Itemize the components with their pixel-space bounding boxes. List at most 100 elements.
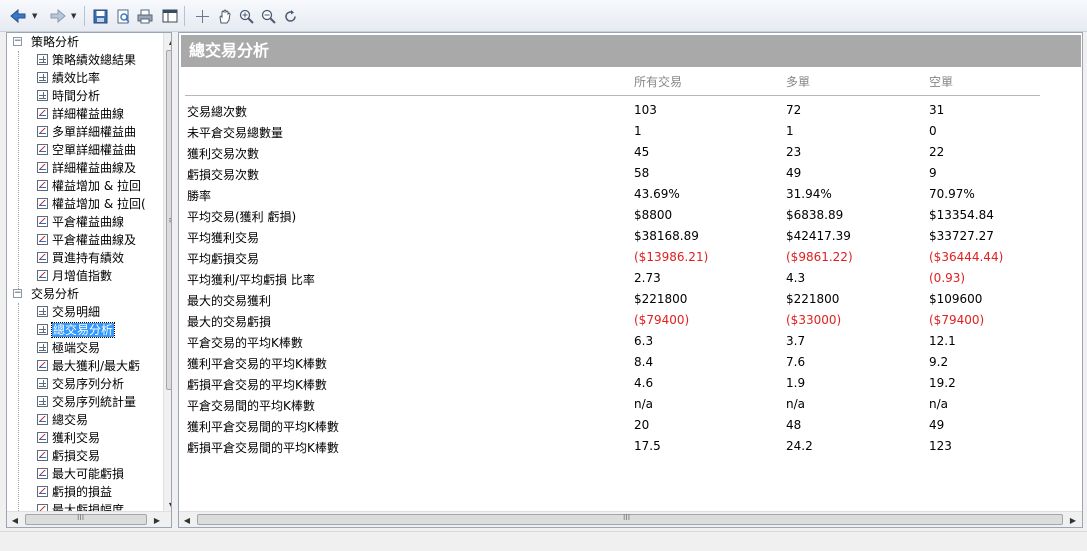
tree-item[interactable]: 平倉權益曲線及 xyxy=(37,231,136,249)
scroll-left-icon[interactable]: ◀ xyxy=(179,512,195,527)
column-header-all: 所有交易 xyxy=(634,75,683,89)
tree-connector xyxy=(18,51,19,295)
chart-report-icon xyxy=(37,270,48,281)
tree-item-label: 最大獲利/最大虧 xyxy=(52,359,141,373)
tree-item-label: 平倉權益曲線 xyxy=(52,215,125,229)
tree-group-strategy[interactable]: − 策略分析 xyxy=(7,33,163,51)
tree-item[interactable]: 交易序列統計量 xyxy=(37,393,136,411)
chart-report-icon xyxy=(37,432,48,443)
refresh-icon[interactable] xyxy=(280,6,300,26)
chart-report-icon xyxy=(37,450,48,461)
row-label: 最大的交易虧損 xyxy=(187,315,272,329)
tree-item[interactable]: 交易序列分析 xyxy=(37,375,124,393)
chart-report-icon xyxy=(37,252,48,263)
tree-item[interactable]: 詳細權益曲線及 xyxy=(37,159,136,177)
collapse-icon[interactable]: − xyxy=(13,289,22,298)
tree-item[interactable]: 空單詳細權益曲 xyxy=(37,141,136,159)
tree-vertical-scrollbar[interactable]: ▲ ≡ ▼ xyxy=(163,33,171,513)
crosshair-icon[interactable] xyxy=(192,6,212,26)
hand-icon[interactable] xyxy=(214,6,234,26)
row-value: n/a xyxy=(929,397,949,411)
table-row: 平均獲利/平均虧損 比率 2.73 4.3 (0.93) xyxy=(179,271,1059,292)
tree-item[interactable]: 最大虧損幅度 xyxy=(37,501,124,511)
row-value: 58 xyxy=(634,166,650,180)
table-row: 平均交易(獲利 虧損) $8800 $6838.89 $13354.84 xyxy=(179,208,1059,229)
forward-dropdown-icon[interactable]: ▼ xyxy=(71,12,76,20)
tree-item[interactable]: 詳細權益曲線 xyxy=(37,105,124,123)
row-value: $38168.89 xyxy=(634,229,699,243)
tree-item-label: 最大可能虧損 xyxy=(52,467,125,481)
row-label: 平均獲利/平均虧損 比率 xyxy=(187,273,315,287)
tree-item[interactable]: 策略績效總結果 xyxy=(37,51,136,69)
tree-item[interactable]: 交易明細 xyxy=(37,303,100,321)
row-value: 9.2 xyxy=(929,355,949,369)
tree-item-label: 虧損的損益 xyxy=(52,485,113,499)
scroll-thumb[interactable] xyxy=(25,514,147,525)
table-row: 虧損平倉交易的平均K棒數 4.6 1.9 19.2 xyxy=(179,376,1059,397)
tree-item[interactable]: 最大獲利/最大虧 xyxy=(37,357,140,375)
tree-item-selected[interactable]: 總交易分析 xyxy=(37,321,116,339)
table-report-icon xyxy=(37,72,48,83)
row-value: 23 xyxy=(786,145,802,159)
tree-item-label: 最大虧損幅度 xyxy=(52,503,125,511)
zoom-in-icon[interactable] xyxy=(236,6,256,26)
scroll-right-icon[interactable]: ▶ xyxy=(1065,512,1081,527)
tree-item[interactable]: 時間分析 xyxy=(37,87,100,105)
scroll-right-icon[interactable]: ▶ xyxy=(149,512,165,527)
chart-report-icon xyxy=(37,414,48,425)
chart-report-icon xyxy=(37,198,48,209)
report-pane: 總交易分析 所有交易 多單 空單 交易總次數 103 72 31 未平倉交易總數量 1 1 0… xyxy=(178,32,1083,528)
row-value: $33727.27 xyxy=(929,229,994,243)
tree-item-label: 績效比率 xyxy=(52,71,101,85)
tree-group-label: 交易分析 xyxy=(31,287,80,301)
row-value: 70.97% xyxy=(929,187,975,201)
back-arrow-icon[interactable] xyxy=(8,6,28,26)
tree-horizontal-scrollbar[interactable]: ◀ III ▶ xyxy=(7,511,171,527)
tree-item[interactable]: 獲利交易 xyxy=(37,429,100,447)
navigation-tree[interactable]: − 策略分析 策略績效總結果 績效比率 時間分析 詳細權益曲線 多單詳細權益曲 … xyxy=(6,32,172,528)
tree-item[interactable]: 最大可能虧損 xyxy=(37,465,124,483)
tree-item[interactable]: 極端交易 xyxy=(37,339,100,357)
row-label: 交易總次數 xyxy=(187,105,248,119)
tree-group-trade[interactable]: − 交易分析 xyxy=(7,285,163,303)
report-horizontal-scrollbar[interactable]: ◀ III ▶ xyxy=(179,511,1082,527)
save-icon[interactable] xyxy=(90,6,110,26)
row-value: 6.3 xyxy=(634,334,654,348)
table-report-icon xyxy=(37,342,48,353)
collapse-icon[interactable]: − xyxy=(13,37,22,46)
zoom-out-icon[interactable] xyxy=(258,6,278,26)
tree-item[interactable]: 多單詳細權益曲 xyxy=(37,123,136,141)
chart-report-icon xyxy=(37,108,48,119)
chart-report-icon xyxy=(37,180,48,191)
column-header-long: 多單 xyxy=(786,75,811,89)
table-row: 平倉交易的平均K棒數 6.3 3.7 12.1 xyxy=(179,334,1059,355)
scroll-up-icon[interactable]: ▲ xyxy=(164,33,171,49)
tree-item[interactable]: 買進持有績效 xyxy=(37,249,124,267)
row-value: 17.5 xyxy=(634,439,661,453)
row-label: 平倉交易間的平均K棒數 xyxy=(187,399,315,413)
window-icon[interactable] xyxy=(160,6,180,26)
row-value: 103 xyxy=(634,103,657,117)
table-row: 平均虧損交易 ($13986.21) ($9861.22) ($36444.44) xyxy=(179,250,1059,271)
scroll-left-icon[interactable]: ◀ xyxy=(7,512,23,527)
forward-arrow-icon[interactable] xyxy=(48,6,68,26)
table-row: 最大的交易獲利 $221800 $221800 $109600 xyxy=(179,292,1059,313)
back-dropdown-icon[interactable]: ▼ xyxy=(32,12,37,20)
tree-item[interactable]: 虧損的損益 xyxy=(37,483,112,501)
print-icon[interactable] xyxy=(135,6,155,26)
tree-item[interactable]: 權益增加 & 拉回 xyxy=(37,177,141,195)
row-label: 平均獲利交易 xyxy=(187,231,260,245)
tree-item[interactable]: 虧損交易 xyxy=(37,447,100,465)
table-row: 平倉交易間的平均K棒數 n/a n/a n/a xyxy=(179,397,1059,418)
chart-report-icon xyxy=(37,486,48,497)
tree-item-label: 獲利交易 xyxy=(52,431,101,445)
print-preview-icon[interactable] xyxy=(113,6,133,26)
chart-report-icon xyxy=(37,234,48,245)
row-value: 123 xyxy=(929,439,952,453)
tree-item[interactable]: 總交易 xyxy=(37,411,88,429)
tree-item[interactable]: 權益增加 & 拉回( xyxy=(37,195,146,213)
tree-item[interactable]: 平倉權益曲線 xyxy=(37,213,124,231)
tree-item[interactable]: 績效比率 xyxy=(37,69,100,87)
row-value: ($79400) xyxy=(929,313,985,327)
tree-item[interactable]: 月增值指數 xyxy=(37,267,112,285)
